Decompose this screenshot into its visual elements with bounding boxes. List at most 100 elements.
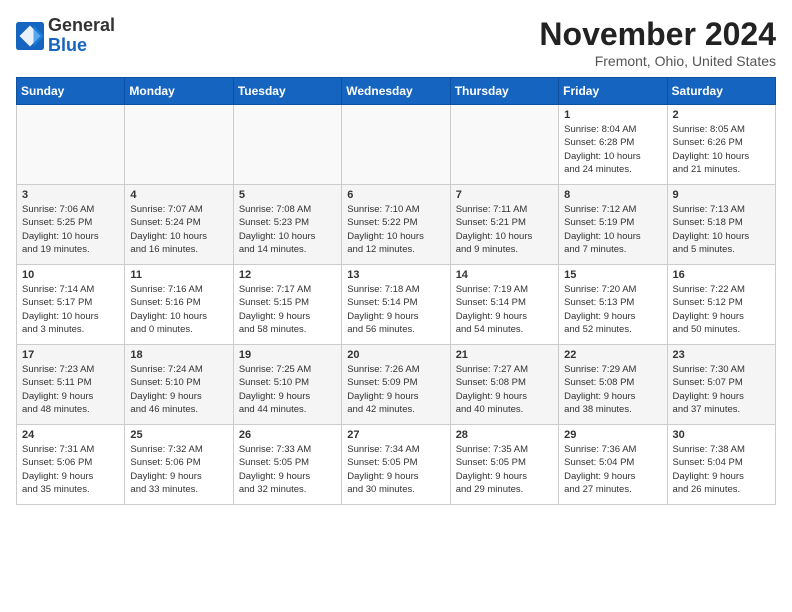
day-number: 25 — [130, 429, 227, 441]
weekday-header: Monday — [125, 78, 233, 105]
day-number: 2 — [673, 109, 770, 121]
day-number: 11 — [130, 269, 227, 281]
calendar-cell: 17 Sunrise: 7:23 AM Sunset: 5:11 PM Dayli… — [17, 345, 125, 425]
calendar-table: SundayMondayTuesdayWednesdayThursdayFrid… — [16, 77, 776, 505]
logo-general-text: General — [48, 15, 115, 35]
calendar-week-row: 1 Sunrise: 8:04 AM Sunset: 6:28 PM Daylig… — [17, 105, 776, 185]
day-detail: Sunrise: 7:06 AM Sunset: 5:25 PM Dayligh… — [22, 203, 119, 256]
calendar-cell — [233, 105, 341, 185]
calendar-cell: 27Sunrise: 7:34 AM Sunset: 5:05 PM Dayli… — [342, 425, 450, 505]
day-detail: Sunrise: 7:08 AM Sunset: 5:23 PM Dayligh… — [239, 203, 336, 256]
calendar-week-row: 3 Sunrise: 7:06 AM Sunset: 5:25 PM Daylig… — [17, 185, 776, 265]
day-detail: Sunrise: 7:12 AM Sunset: 5:19 PM Dayligh… — [564, 203, 661, 256]
day-detail: Sunrise: 7:22 AM Sunset: 5:12 PM Dayligh… — [673, 283, 770, 336]
day-detail: Sunrise: 7:30 AM Sunset: 5:07 PM Dayligh… — [673, 363, 770, 416]
calendar-cell: 14 Sunrise: 7:19 AM Sunset: 5:14 PM Dayli… — [450, 265, 558, 345]
calendar-week-row: 10 Sunrise: 7:14 AM Sunset: 5:17 PM Dayli… — [17, 265, 776, 345]
weekday-header: Tuesday — [233, 78, 341, 105]
logo: General Blue — [16, 16, 115, 56]
calendar-cell: 22 Sunrise: 7:29 AM Sunset: 5:08 PM Dayli… — [559, 345, 667, 425]
calendar-cell — [342, 105, 450, 185]
day-number: 6 — [347, 189, 444, 201]
day-number: 5 — [239, 189, 336, 201]
calendar-cell: 28Sunrise: 7:35 AM Sunset: 5:05 PM Dayli… — [450, 425, 558, 505]
calendar-cell: 3 Sunrise: 7:06 AM Sunset: 5:25 PM Daylig… — [17, 185, 125, 265]
calendar-cell: 1 Sunrise: 8:04 AM Sunset: 6:28 PM Daylig… — [559, 105, 667, 185]
day-detail: Sunrise: 7:16 AM Sunset: 5:16 PM Dayligh… — [130, 283, 227, 336]
day-detail: Sunrise: 7:25 AM Sunset: 5:10 PM Dayligh… — [239, 363, 336, 416]
weekday-header: Friday — [559, 78, 667, 105]
day-detail: Sunrise: 7:34 AM Sunset: 5:05 PM Dayligh… — [347, 443, 444, 496]
title-area: November 2024 Fremont, Ohio, United Stat… — [539, 16, 776, 69]
weekday-header: Wednesday — [342, 78, 450, 105]
calendar-cell: 19 Sunrise: 7:25 AM Sunset: 5:10 PM Dayli… — [233, 345, 341, 425]
day-number: 15 — [564, 269, 661, 281]
calendar-cell: 25 Sunrise: 7:32 AM Sunset: 5:06 PM Dayli… — [125, 425, 233, 505]
day-number: 3 — [22, 189, 119, 201]
day-detail: Sunrise: 7:32 AM Sunset: 5:06 PM Dayligh… — [130, 443, 227, 496]
day-detail: Sunrise: 7:29 AM Sunset: 5:08 PM Dayligh… — [564, 363, 661, 416]
day-number: 21 — [456, 349, 553, 361]
calendar-cell: 6 Sunrise: 7:10 AM Sunset: 5:22 PM Daylig… — [342, 185, 450, 265]
day-number: 12 — [239, 269, 336, 281]
calendar-cell: 23 Sunrise: 7:30 AM Sunset: 5:07 PM Dayli… — [667, 345, 775, 425]
day-detail: Sunrise: 7:38 AM Sunset: 5:04 PM Dayligh… — [673, 443, 770, 496]
day-detail: Sunrise: 7:13 AM Sunset: 5:18 PM Dayligh… — [673, 203, 770, 256]
day-detail: Sunrise: 7:27 AM Sunset: 5:08 PM Dayligh… — [456, 363, 553, 416]
calendar-cell: 30 Sunrise: 7:38 AM Sunset: 5:04 PM Dayli… — [667, 425, 775, 505]
day-number: 18 — [130, 349, 227, 361]
day-number: 23 — [673, 349, 770, 361]
day-detail: Sunrise: 8:04 AM Sunset: 6:28 PM Dayligh… — [564, 123, 661, 176]
calendar-cell: 13 Sunrise: 7:18 AM Sunset: 5:14 PM Dayli… — [342, 265, 450, 345]
calendar-cell: 5 Sunrise: 7:08 AM Sunset: 5:23 PM Daylig… — [233, 185, 341, 265]
weekday-row: SundayMondayTuesdayWednesdayThursdayFrid… — [17, 78, 776, 105]
day-detail: Sunrise: 7:14 AM Sunset: 5:17 PM Dayligh… — [22, 283, 119, 336]
calendar-cell: 10 Sunrise: 7:14 AM Sunset: 5:17 PM Dayli… — [17, 265, 125, 345]
day-detail: Sunrise: 7:18 AM Sunset: 5:14 PM Dayligh… — [347, 283, 444, 336]
day-number: 9 — [673, 189, 770, 201]
day-number: 1 — [564, 109, 661, 121]
month-title: November 2024 — [539, 16, 776, 53]
calendar-cell: 8 Sunrise: 7:12 AM Sunset: 5:19 PM Daylig… — [559, 185, 667, 265]
calendar-cell: 21 Sunrise: 7:27 AM Sunset: 5:08 PM Dayli… — [450, 345, 558, 425]
day-detail: Sunrise: 7:23 AM Sunset: 5:11 PM Dayligh… — [22, 363, 119, 416]
day-detail: Sunrise: 7:36 AM Sunset: 5:04 PM Dayligh… — [564, 443, 661, 496]
day-detail: Sunrise: 7:33 AM Sunset: 5:05 PM Dayligh… — [239, 443, 336, 496]
weekday-header: Saturday — [667, 78, 775, 105]
calendar-cell: 12Sunrise: 7:17 AM Sunset: 5:15 PM Dayli… — [233, 265, 341, 345]
day-number: 10 — [22, 269, 119, 281]
day-detail: Sunrise: 7:26 AM Sunset: 5:09 PM Dayligh… — [347, 363, 444, 416]
day-number: 13 — [347, 269, 444, 281]
calendar-cell: 4Sunrise: 7:07 AM Sunset: 5:24 PM Daylig… — [125, 185, 233, 265]
calendar-cell: 7Sunrise: 7:11 AM Sunset: 5:21 PM Daylig… — [450, 185, 558, 265]
day-number: 19 — [239, 349, 336, 361]
day-detail: Sunrise: 7:35 AM Sunset: 5:05 PM Dayligh… — [456, 443, 553, 496]
day-detail: Sunrise: 7:20 AM Sunset: 5:13 PM Dayligh… — [564, 283, 661, 336]
calendar-cell: 18 Sunrise: 7:24 AM Sunset: 5:10 PM Dayli… — [125, 345, 233, 425]
calendar-cell: 2Sunrise: 8:05 AM Sunset: 6:26 PM Daylig… — [667, 105, 775, 185]
day-detail: Sunrise: 7:24 AM Sunset: 5:10 PM Dayligh… — [130, 363, 227, 416]
calendar-cell: 16Sunrise: 7:22 AM Sunset: 5:12 PM Dayli… — [667, 265, 775, 345]
calendar-cell: 9 Sunrise: 7:13 AM Sunset: 5:18 PM Daylig… — [667, 185, 775, 265]
day-number: 24 — [22, 429, 119, 441]
day-number: 14 — [456, 269, 553, 281]
calendar-cell — [450, 105, 558, 185]
day-number: 29 — [564, 429, 661, 441]
calendar-cell: 20Sunrise: 7:26 AM Sunset: 5:09 PM Dayli… — [342, 345, 450, 425]
calendar-cell: 26 Sunrise: 7:33 AM Sunset: 5:05 PM Dayli… — [233, 425, 341, 505]
day-number: 8 — [564, 189, 661, 201]
day-detail: Sunrise: 7:31 AM Sunset: 5:06 PM Dayligh… — [22, 443, 119, 496]
day-number: 26 — [239, 429, 336, 441]
day-number: 4 — [130, 189, 227, 201]
calendar-cell: 29 Sunrise: 7:36 AM Sunset: 5:04 PM Dayli… — [559, 425, 667, 505]
calendar-week-row: 24 Sunrise: 7:31 AM Sunset: 5:06 PM Dayli… — [17, 425, 776, 505]
day-number: 17 — [22, 349, 119, 361]
day-number: 30 — [673, 429, 770, 441]
day-detail: Sunrise: 7:19 AM Sunset: 5:14 PM Dayligh… — [456, 283, 553, 336]
day-detail: Sunrise: 7:10 AM Sunset: 5:22 PM Dayligh… — [347, 203, 444, 256]
calendar-cell — [125, 105, 233, 185]
day-number: 22 — [564, 349, 661, 361]
calendar-header: SundayMondayTuesdayWednesdayThursdayFrid… — [17, 78, 776, 105]
day-number: 7 — [456, 189, 553, 201]
weekday-header: Thursday — [450, 78, 558, 105]
